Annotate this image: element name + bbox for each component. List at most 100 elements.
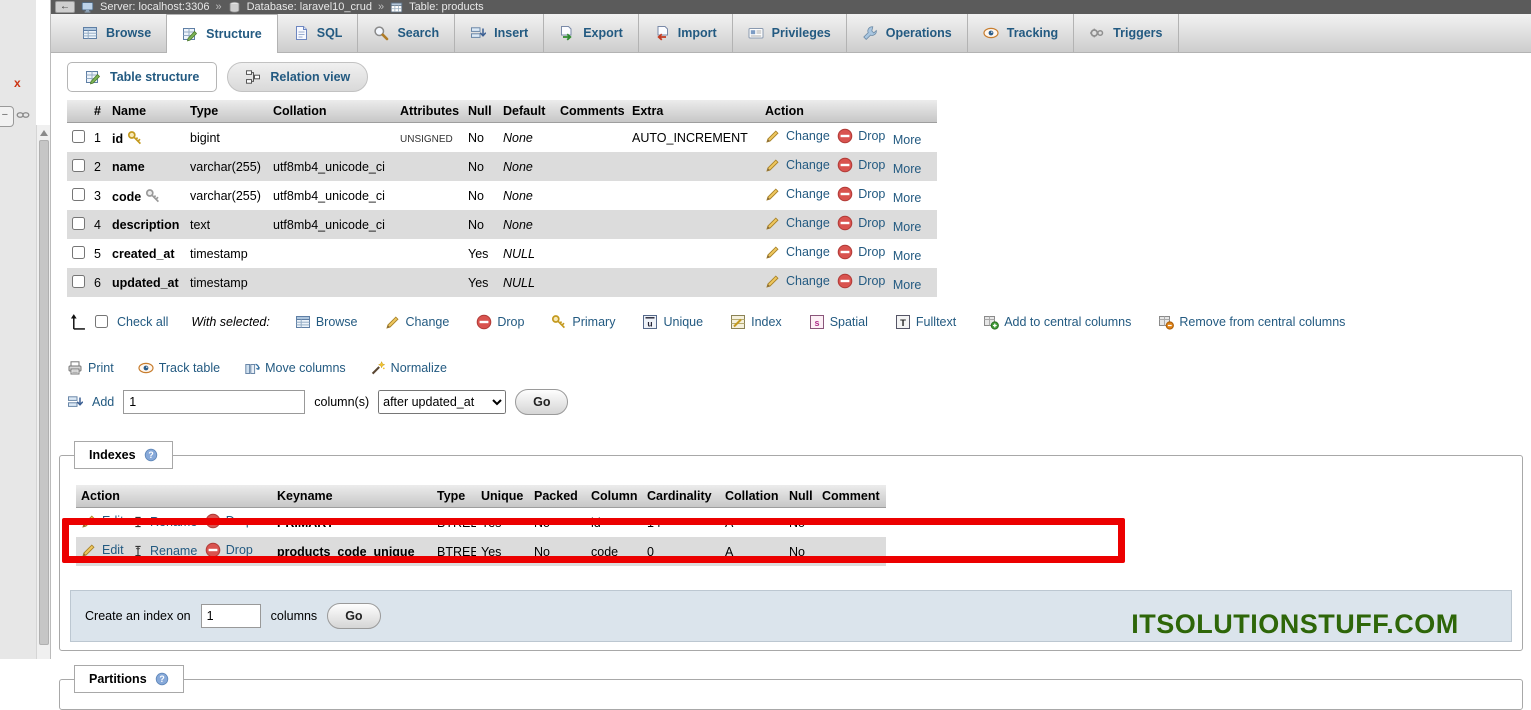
create-index-count-input[interactable] <box>201 604 261 628</box>
check-all-checkbox[interactable] <box>95 315 108 328</box>
more-link[interactable]: More <box>893 278 921 292</box>
help-icon[interactable]: ? <box>144 448 158 462</box>
with-selected-primary-label: Primary <box>572 315 615 329</box>
drop-link[interactable]: Drop <box>837 157 885 173</box>
more-link[interactable]: More <box>893 133 921 147</box>
check-all-label[interactable]: Check all <box>117 315 168 329</box>
tab-search[interactable]: Search <box>358 14 455 52</box>
add-column-icon <box>67 394 83 410</box>
partitions-legend-label: Partitions <box>89 672 147 686</box>
tab-privileges[interactable]: Privileges <box>733 14 847 52</box>
tab-operations[interactable]: Operations <box>847 14 968 52</box>
more-link[interactable]: More <box>893 249 921 263</box>
change-link[interactable]: Change <box>765 128 830 144</box>
tab-tracking[interactable]: Tracking <box>968 14 1074 52</box>
breadcrumb-database[interactable]: Database: laravel10_crud <box>247 1 372 13</box>
help-icon[interactable]: ? <box>155 672 169 686</box>
tool-move-columns[interactable]: Move columns <box>244 360 346 376</box>
drop-link[interactable]: Drop <box>837 273 885 289</box>
with-selected-browse[interactable]: Browse <box>295 314 358 330</box>
left-panel-strip: x − <box>0 0 36 659</box>
back-button[interactable]: ← <box>55 1 75 13</box>
cell-extra <box>627 181 760 210</box>
change-link[interactable]: Change <box>765 215 830 231</box>
with-selected-change[interactable]: Change <box>385 314 450 330</box>
drop-link[interactable]: Drop <box>837 215 885 231</box>
index-header-comment: Comment <box>817 485 886 508</box>
index-drop-link-label: Drop <box>226 514 253 528</box>
tool-print[interactable]: Print <box>67 360 114 376</box>
tab-triggers[interactable]: Triggers <box>1074 14 1178 52</box>
with-selected-remove-from-central-columns[interactable]: Remove from central columns <box>1158 314 1345 330</box>
cell-name: name <box>107 152 185 181</box>
add-column-count-input[interactable] <box>123 390 305 414</box>
change-link[interactable]: Change <box>765 244 830 260</box>
breadcrumb-server[interactable]: Server: localhost:3306 <box>100 1 209 13</box>
drop-link[interactable]: Drop <box>837 244 885 260</box>
more-link[interactable]: More <box>893 191 921 205</box>
change-link[interactable]: Change <box>765 186 830 202</box>
column-header-action: Action <box>760 100 937 123</box>
svg-text:?: ? <box>159 674 164 684</box>
scrollbar-thumb[interactable] <box>39 140 49 645</box>
index-edit-link[interactable]: Edit <box>81 513 124 529</box>
more-link[interactable]: More <box>893 162 921 176</box>
tab-import[interactable]: Import <box>639 14 733 52</box>
subtab-table-structure[interactable]: Table structure <box>67 62 217 92</box>
with-selected-fulltext[interactable]: TFulltext <box>895 314 956 330</box>
row-checkbox[interactable] <box>72 188 85 201</box>
wrench-icon <box>862 25 878 41</box>
panel-close-x[interactable]: x <box>14 76 21 90</box>
drop-link[interactable]: Drop <box>837 128 885 144</box>
search-icon <box>373 25 389 41</box>
tab-browse[interactable]: Browse <box>67 14 167 52</box>
tool-track-table[interactable]: Track table <box>138 360 220 376</box>
index-row-primary: Edit Rename DropPRIMARYBTREEYesNoid14ANo <box>76 508 886 538</box>
add-column-go-button[interactable]: Go <box>515 389 568 415</box>
index-drop-link[interactable]: Drop <box>205 542 253 558</box>
row-checkbox[interactable] <box>72 246 85 259</box>
add-column-label[interactable]: Add <box>92 395 114 409</box>
create-index-go-button[interactable]: Go <box>327 603 380 629</box>
index-drop-link[interactable]: Drop <box>205 513 253 529</box>
with-selected-drop[interactable]: Drop <box>476 314 524 330</box>
panel-scrollbar[interactable] <box>36 125 50 659</box>
cell-comments <box>555 152 627 181</box>
with-selected-index[interactable]: Index <box>730 314 782 330</box>
link-icon[interactable] <box>15 108 33 124</box>
row-checkbox[interactable] <box>72 130 85 143</box>
tool-normalize-label: Normalize <box>391 361 447 375</box>
tool-normalize[interactable]: Normalize <box>370 360 447 376</box>
index-rename-link[interactable]: Rename <box>131 515 197 529</box>
scrollbar-up-arrow[interactable] <box>40 130 48 136</box>
row-checkbox[interactable] <box>72 159 85 172</box>
partitions-fieldset: Partitions ? <box>59 665 1523 710</box>
panel-collapse-button[interactable]: − <box>0 106 14 127</box>
with-selected-primary[interactable]: Primary <box>551 314 615 330</box>
index-cell-type: BTREE <box>432 508 476 538</box>
breadcrumb-table[interactable]: Table: products <box>409 1 484 13</box>
index-edit-link[interactable]: Edit <box>81 542 124 558</box>
add-column-position-select[interactable]: after updated_at <box>378 390 506 414</box>
with-selected-spatial[interactable]: sSpatial <box>809 314 868 330</box>
change-link[interactable]: Change <box>765 157 830 173</box>
row-checkbox[interactable] <box>72 217 85 230</box>
export-icon <box>559 25 575 41</box>
tab-sql[interactable]: SQL <box>278 14 359 52</box>
cell-collation: utf8mb4_unicode_ci <box>268 210 395 239</box>
row-checkbox[interactable] <box>72 275 85 288</box>
tab-export[interactable]: Export <box>544 14 639 52</box>
change-link[interactable]: Change <box>765 273 830 289</box>
tab-insert[interactable]: Insert <box>455 14 544 52</box>
tab-structure[interactable]: Structure <box>167 14 278 53</box>
breadcrumb-separator: » <box>378 1 384 13</box>
more-link[interactable]: More <box>893 220 921 234</box>
with-selected-unique[interactable]: uUnique <box>642 314 703 330</box>
drop-link[interactable]: Drop <box>837 186 885 202</box>
relation-icon <box>245 69 261 85</box>
index-rename-link[interactable]: Rename <box>131 544 197 558</box>
with-selected-add-to-central-columns[interactable]: Add to central columns <box>983 314 1131 330</box>
subtab-relation-view[interactable]: Relation view <box>227 62 368 92</box>
pencil-icon <box>765 128 781 144</box>
tab-label: Export <box>583 26 623 40</box>
